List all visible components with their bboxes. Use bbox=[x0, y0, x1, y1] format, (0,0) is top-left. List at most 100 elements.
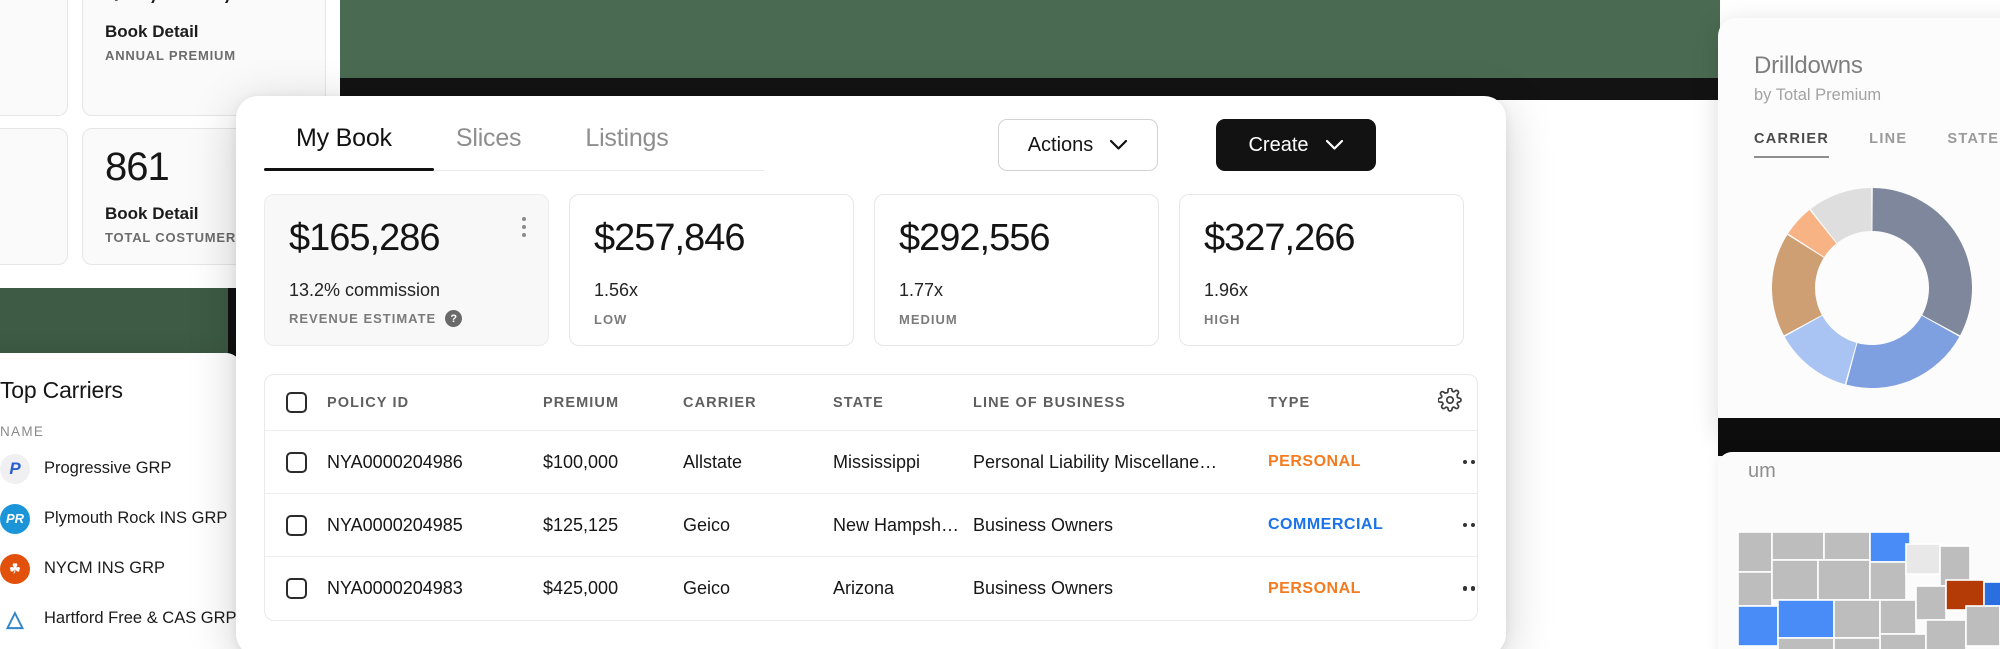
row-checkbox[interactable] bbox=[265, 578, 327, 599]
drilldowns-subtitle: by Total Premium bbox=[1754, 86, 1882, 104]
cell-carrier: Allstate bbox=[683, 451, 743, 472]
stat-caption: LOW bbox=[594, 312, 628, 327]
row-more-options-icon[interactable] bbox=[1438, 586, 1477, 591]
cell-policy-id: NYA0000204985 bbox=[327, 514, 463, 535]
cell-premium: $125,125 bbox=[543, 514, 619, 535]
cell-state: New Hampshi… bbox=[833, 514, 964, 535]
drilldowns-panel: Drilldowns by Total Premium CARRIER LINE… bbox=[1718, 18, 2000, 438]
row-checkbox[interactable] bbox=[265, 451, 327, 473]
tab-state[interactable]: STATE bbox=[1947, 131, 1999, 158]
donut-slice[interactable] bbox=[1872, 188, 1972, 336]
stat-amount: $292,556 bbox=[899, 217, 1051, 259]
actions-button-label: Actions bbox=[1027, 133, 1094, 156]
map-title: um bbox=[1748, 460, 1776, 482]
background-green-band bbox=[340, 0, 1720, 88]
status-badge: PERSONAL bbox=[1268, 453, 1361, 470]
carrier-name: NYCM INS GRP bbox=[44, 559, 166, 577]
list-item[interactable]: △ Hartford Free & CAS GRP bbox=[0, 598, 242, 639]
drilldowns-tabs: CARRIER LINE STATE bbox=[1754, 131, 2000, 158]
column-header-carrier[interactable]: CARRIER bbox=[683, 395, 833, 411]
stat-card-medium: $292,556 1.77x MEDIUM bbox=[874, 194, 1159, 346]
column-header-line-of-business[interactable]: LINE OF BUSINESS bbox=[973, 395, 1268, 411]
stat-cards: $165,286 13.2% commission REVENUE ESTIMA… bbox=[264, 194, 1464, 346]
carrier-name: Progressive GRP bbox=[44, 459, 172, 477]
top-carriers-title: Top Carriers bbox=[0, 377, 123, 403]
row-more-options-icon[interactable] bbox=[1438, 459, 1477, 465]
status-badge: PERSONAL bbox=[1268, 579, 1361, 597]
us-map bbox=[1737, 531, 2000, 649]
active-tab-underline bbox=[264, 168, 434, 171]
background-annual-premium-detail: Book Detail bbox=[105, 22, 199, 41]
map-panel: um bbox=[1718, 452, 2000, 649]
create-button[interactable]: Create bbox=[1216, 119, 1376, 171]
tab-slices[interactable]: Slices bbox=[424, 124, 554, 167]
drilldowns-title: Drilldowns bbox=[1754, 52, 1863, 79]
stat-card-high: $327,266 1.96x HIGH bbox=[1179, 194, 1464, 346]
list-item[interactable]: PR Plymouth Rock INS GRP bbox=[0, 498, 242, 539]
cell-state: Mississippi bbox=[833, 451, 921, 472]
help-icon[interactable]: ? bbox=[445, 310, 463, 327]
stat-amount: $327,266 bbox=[1204, 217, 1356, 259]
carrier-logo-icon: ☘ bbox=[0, 553, 30, 584]
stat-caption: REVENUE ESTIMATE ? bbox=[289, 310, 463, 327]
cell-line-of-business: Personal Liability Miscellane… bbox=[973, 451, 1218, 472]
create-button-label: Create bbox=[1248, 133, 1309, 156]
donut-chart bbox=[1760, 176, 1984, 400]
chevron-down-icon bbox=[1109, 134, 1128, 157]
column-header-type[interactable]: TYPE bbox=[1268, 395, 1438, 411]
cell-line-of-business: Business Owners bbox=[973, 514, 1114, 535]
status-badge: COMMERCIAL bbox=[1268, 516, 1384, 533]
select-all-checkbox[interactable] bbox=[265, 392, 327, 413]
my-book-panel: My Book Slices Listings Actions Create $… bbox=[236, 96, 1506, 649]
stat-caption: MEDIUM bbox=[899, 312, 958, 327]
background-stat-card-ratio: TIO bbox=[0, 0, 68, 116]
actions-button[interactable]: Actions bbox=[998, 119, 1158, 171]
carrier-logo-icon: P bbox=[0, 453, 30, 484]
background-annual-premium-label: ANNUAL PREMIUM bbox=[105, 48, 236, 63]
stat-subvalue: 1.77x bbox=[899, 280, 944, 300]
row-more-options-icon[interactable] bbox=[1438, 522, 1477, 528]
stat-amount: $257,846 bbox=[594, 217, 746, 259]
table-row[interactable]: NYA0000204983 $425,000 Geico Arizona Bus… bbox=[265, 557, 1477, 620]
top-carriers-panel: Top Carriers NAME P Progressive GRP PR P… bbox=[0, 353, 242, 649]
background-stat-card-blank bbox=[0, 128, 68, 265]
policies-table: POLICY ID PREMIUM CARRIER STATE LINE OF … bbox=[264, 374, 1478, 621]
row-checkbox[interactable] bbox=[265, 514, 327, 536]
table-row[interactable]: NYA0000204985 $125,125 Geico New Hampshi… bbox=[265, 494, 1477, 557]
top-carriers-column-header: NAME bbox=[0, 424, 45, 439]
stat-subvalue: 1.96x bbox=[1204, 280, 1249, 300]
table-row[interactable]: NYA0000204986 $100,000 Allstate Mississi… bbox=[265, 431, 1477, 494]
cell-premium: $425,000 bbox=[543, 578, 619, 598]
carrier-logo-icon: PR bbox=[0, 503, 30, 534]
carrier-name: Plymouth Rock INS GRP bbox=[44, 509, 228, 527]
tab-listings[interactable]: Listings bbox=[553, 124, 700, 167]
stat-amount: $165,286 bbox=[289, 217, 441, 259]
cell-premium: $100,000 bbox=[543, 451, 619, 472]
donut-chart-svg bbox=[1772, 188, 1972, 388]
tab-carrier[interactable]: CARRIER bbox=[1754, 131, 1830, 158]
gear-icon[interactable] bbox=[1437, 387, 1462, 417]
cell-state: Arizona bbox=[833, 578, 895, 598]
cell-policy-id: NYA0000204983 bbox=[327, 578, 463, 598]
cell-line-of-business: Business Owners bbox=[973, 578, 1114, 598]
app-root: TIO $3,301,876 Book Detail ANNUAL PREMIU… bbox=[0, 0, 2000, 649]
donut-slice[interactable] bbox=[1846, 315, 1960, 388]
column-header-policy-id[interactable]: POLICY ID bbox=[327, 395, 543, 411]
background-black-band-3 bbox=[1718, 418, 2000, 456]
panel-tabs: My Book Slices Listings bbox=[264, 124, 701, 167]
chevron-down-icon bbox=[1325, 134, 1344, 157]
cell-carrier: Geico bbox=[683, 514, 731, 535]
stat-card-revenue-estimate: $165,286 13.2% commission REVENUE ESTIMA… bbox=[264, 194, 549, 346]
carrier-name: Hartford Free & CAS GRP bbox=[44, 609, 237, 627]
list-item[interactable]: P Progressive GRP bbox=[0, 448, 242, 489]
tab-my-book[interactable]: My Book bbox=[264, 124, 424, 167]
table-header-row: POLICY ID PREMIUM CARRIER STATE LINE OF … bbox=[265, 375, 1477, 431]
more-options-icon[interactable] bbox=[522, 217, 526, 237]
stat-subvalue: 13.2% commission bbox=[289, 280, 441, 300]
carrier-logo-icon: △ bbox=[0, 603, 30, 634]
cell-policy-id: NYA0000204986 bbox=[327, 451, 463, 472]
column-header-premium[interactable]: PREMIUM bbox=[543, 395, 683, 411]
column-header-state[interactable]: STATE bbox=[833, 395, 973, 411]
list-item[interactable]: ☘ NYCM INS GRP bbox=[0, 548, 242, 589]
tab-line[interactable]: LINE bbox=[1869, 131, 1907, 158]
